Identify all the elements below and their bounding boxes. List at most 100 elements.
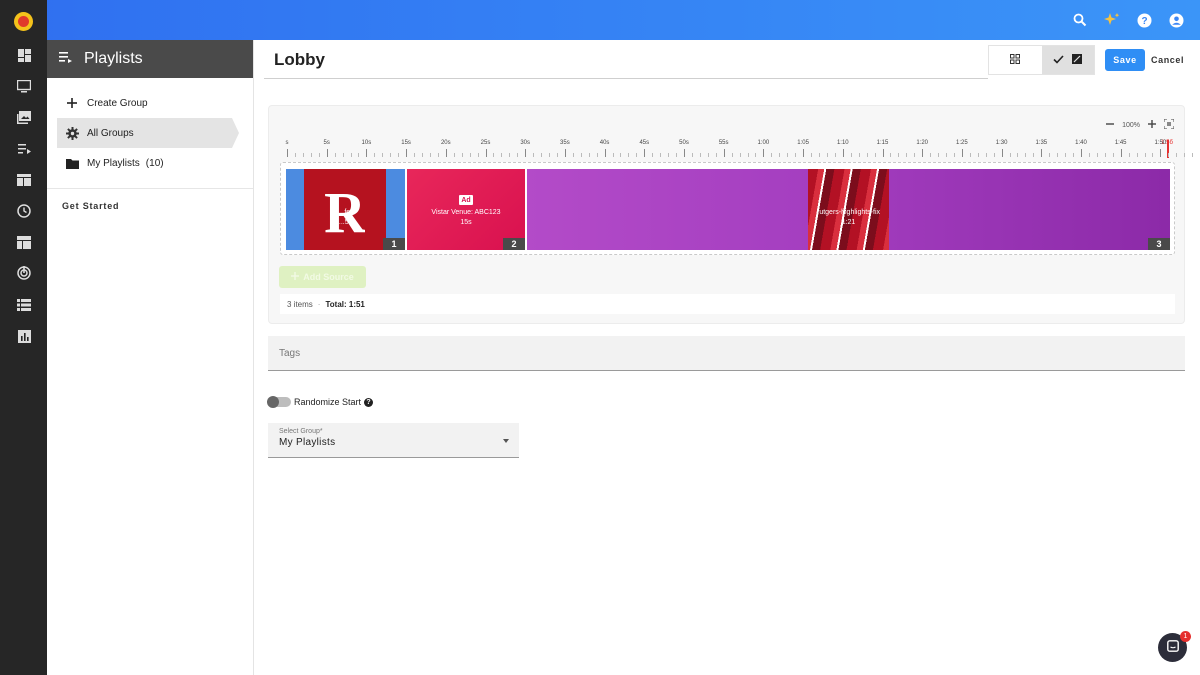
- tags-input[interactable]: Tags: [268, 336, 1185, 371]
- ruler-minor-tick: [390, 153, 392, 157]
- clip-duration: 1:21: [841, 219, 856, 226]
- ruler-tick-label: 15s: [401, 140, 411, 146]
- add-source-button[interactable]: Add Source: [279, 266, 366, 288]
- timeline-view-button[interactable]: [1041, 46, 1094, 74]
- chevron-down-icon: [503, 439, 509, 443]
- datasets-icon[interactable]: [16, 297, 32, 313]
- my-playlists-item[interactable]: My Playlists (10): [47, 148, 253, 178]
- sparkle-icon[interactable]: [1102, 10, 1122, 30]
- media-icon[interactable]: [16, 109, 32, 125]
- ruler-minor-tick: [1168, 153, 1170, 157]
- zoom-level: 100%: [1122, 121, 1140, 129]
- playlists-icon[interactable]: [16, 141, 32, 157]
- chat-launcher-button[interactable]: 1: [1158, 631, 1191, 662]
- svg-text:?: ?: [1141, 16, 1147, 27]
- ruler-minor-tick: [914, 153, 916, 157]
- timeline-clip[interactable]: rutgers-highlights-fix 1:21 3: [527, 169, 1170, 250]
- ruler-minor-tick: [890, 153, 892, 157]
- ruler-minor-tick: [906, 153, 908, 157]
- help-icon[interactable]: ?: [1134, 10, 1154, 30]
- ruler-tick-label: 45s: [639, 140, 650, 146]
- ruler-minor-tick: [1033, 153, 1035, 157]
- save-button[interactable]: Save: [1105, 49, 1145, 71]
- my-playlists-count: (10): [145, 157, 164, 169]
- ruler-minor-tick: [739, 153, 741, 157]
- ruler-minor-tick: [580, 153, 582, 157]
- ruler-minor-tick: [1184, 153, 1186, 157]
- get-started-link[interactable]: Get Started: [47, 189, 253, 223]
- timeline-clip[interactable]: R ...fer ...5s 1: [286, 169, 405, 250]
- search-icon[interactable]: [1070, 10, 1090, 30]
- check-icon: [1053, 51, 1064, 69]
- ruler-minor-tick: [1025, 153, 1027, 157]
- ruler-minor-tick: [1192, 153, 1194, 157]
- help-icon[interactable]: ?: [364, 397, 374, 407]
- screens-icon[interactable]: [16, 78, 32, 94]
- reports-icon[interactable]: [16, 328, 32, 344]
- ruler-minor-tick: [1104, 153, 1106, 157]
- apps-icon[interactable]: [16, 265, 32, 281]
- ruler-minor-tick: [898, 153, 900, 157]
- ruler-minor-tick: [1152, 153, 1154, 157]
- left-rail: [0, 0, 47, 675]
- ruler-minor-tick: [755, 153, 757, 157]
- ruler-minor-tick: [818, 153, 820, 157]
- timeline-ruler[interactable]: 1:5б s5s10s15s20s25s30s35s40s45s50s55s1:…: [286, 140, 1194, 158]
- ruler-minor-tick: [549, 153, 551, 157]
- create-group-label: Create Group: [87, 97, 148, 109]
- timeline-icon: [1072, 51, 1083, 69]
- timeline-track[interactable]: R ...fer ...5s 1 Ad Vistar Venue: ABC123…: [280, 162, 1175, 255]
- zoom-in-icon[interactable]: [1148, 120, 1156, 130]
- ruler-minor-tick: [834, 153, 836, 157]
- ruler-tick-label: 1:15: [876, 140, 889, 146]
- page-title[interactable]: Lobby: [274, 50, 325, 70]
- dashboard-icon[interactable]: [16, 47, 32, 63]
- ruler-tick-label: 1:40: [1075, 140, 1087, 146]
- playlist-summary: 3 items · Total: 1:51: [280, 294, 1175, 314]
- ruler-minor-tick: [429, 153, 431, 157]
- grid-view-button[interactable]: [989, 46, 1042, 74]
- ruler-tick: [326, 149, 328, 157]
- ruler-minor-tick: [969, 153, 971, 157]
- ruler-minor-tick: [517, 153, 519, 157]
- ruler-minor-tick: [469, 153, 471, 157]
- clip-duration: ...5s: [338, 219, 353, 226]
- select-group-dropdown[interactable]: Select Group* My Playlists: [268, 423, 519, 458]
- randomize-start-toggle[interactable]: [267, 396, 291, 408]
- ruler-minor-tick: [715, 153, 717, 157]
- ruler-minor-tick: [350, 153, 352, 157]
- ruler-tick: [366, 149, 368, 157]
- timeline-panel: 100% 1:5б s5s10s15s20s25s30s35s40s45s50s…: [268, 105, 1194, 324]
- schedules-icon[interactable]: [16, 203, 32, 219]
- ruler-tick-label: 1:20: [916, 140, 929, 146]
- cancel-button[interactable]: Cancel: [1151, 49, 1184, 71]
- timeline-clip[interactable]: Ad Vistar Venue: ABC123 15s 2: [407, 169, 525, 250]
- ruler-tick: [922, 149, 924, 157]
- ruler-minor-tick: [652, 153, 654, 157]
- ruler-minor-tick: [691, 153, 693, 157]
- zoom-out-icon[interactable]: [1106, 120, 1115, 130]
- view-toggle: [988, 45, 1095, 75]
- ruler-tick-label: 1:50: [1154, 140, 1167, 146]
- ruler-minor-tick: [707, 153, 709, 157]
- add-source-label: Add Source: [303, 272, 354, 282]
- select-group-value: My Playlists: [279, 437, 336, 448]
- create-group-button[interactable]: Create Group: [47, 88, 253, 118]
- all-groups-item[interactable]: All Groups: [57, 118, 239, 148]
- ruler-tick-label: 1:30: [995, 140, 1008, 146]
- templates-icon[interactable]: [16, 234, 32, 250]
- title-underline: [264, 78, 988, 79]
- layouts-icon[interactable]: [16, 172, 32, 188]
- ruler-tick-label: 5s: [323, 140, 330, 146]
- ruler-minor-tick: [1128, 153, 1130, 157]
- folder-icon: [65, 156, 79, 170]
- ruler-minor-tick: [414, 153, 416, 157]
- app-logo[interactable]: [14, 12, 33, 31]
- ruler-minor-tick: [1065, 153, 1067, 157]
- clip-index: 1: [383, 238, 405, 250]
- account-icon[interactable]: [1166, 10, 1186, 30]
- ruler-tick: [961, 149, 963, 157]
- ruler-minor-tick: [850, 153, 852, 157]
- ruler-minor-tick: [826, 153, 828, 157]
- fit-icon[interactable]: [1163, 118, 1175, 131]
